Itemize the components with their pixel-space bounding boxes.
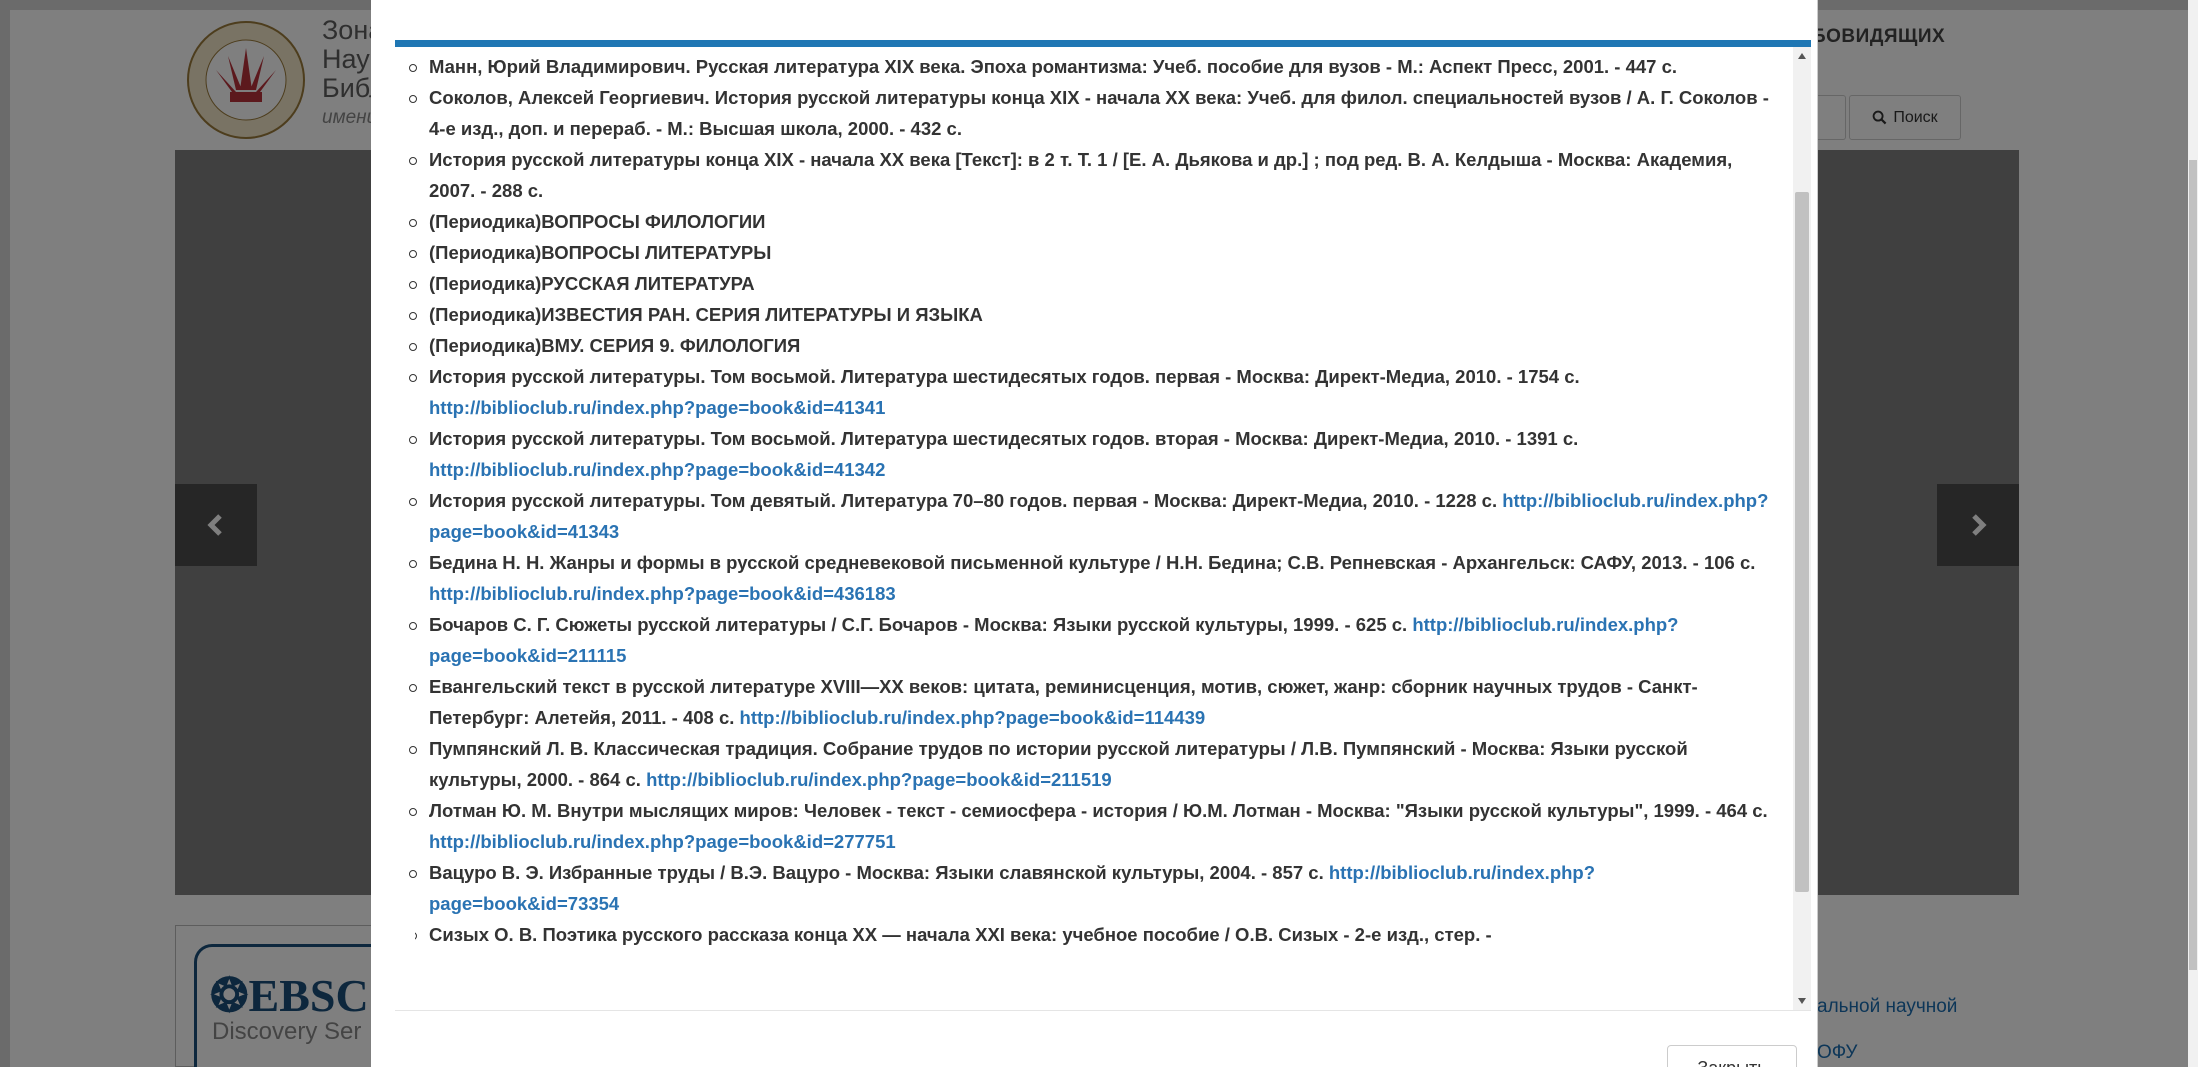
arrow-up-icon bbox=[1798, 53, 1806, 59]
literature-item: История русской литературы конца XIX - н… bbox=[409, 144, 1811, 206]
modal-accent-bar bbox=[395, 40, 1811, 47]
literature-item: История русской литературы. Том восьмой.… bbox=[409, 423, 1811, 485]
literature-item-text: Лотман Ю. М. Внутри мыслящих миров: Чело… bbox=[429, 800, 1768, 821]
literature-item-text: Бедина Н. Н. Жанры и формы в русской сре… bbox=[429, 552, 1756, 573]
literature-item-link[interactable]: http://biblioclub.ru/index.php?page=book… bbox=[646, 769, 1112, 790]
literature-item-text: (Периодика)ВОПРОСЫ ФИЛОЛОГИИ bbox=[429, 211, 766, 232]
close-button[interactable]: Закрыть bbox=[1667, 1045, 1797, 1067]
literature-item-link[interactable]: http://biblioclub.ru/index.php?page=book… bbox=[429, 397, 885, 418]
literature-item: Бочаров С. Г. Сюжеты русской литературы … bbox=[409, 609, 1811, 671]
literature-modal: Манн, Юрий Владимирович. Русская литерат… bbox=[371, 0, 1818, 1067]
literature-item: Манн, Юрий Владимирович. Русская литерат… bbox=[409, 51, 1811, 82]
literature-item-text: Сизых О. В. Поэтика русского рассказа ко… bbox=[429, 924, 1492, 945]
literature-item: (Периодика)ВОПРОСЫ ЛИТЕРАТУРЫ bbox=[409, 237, 1811, 268]
literature-item-text: Бочаров С. Г. Сюжеты русской литературы … bbox=[429, 614, 1408, 635]
literature-item: (Периодика)ВМУ. СЕРИЯ 9. ФИЛОЛОГИЯ bbox=[409, 330, 1811, 361]
literature-item-text: (Периодика)ВОПРОСЫ ЛИТЕРАТУРЫ bbox=[429, 242, 772, 263]
literature-item-text: История русской литературы. Том девятый.… bbox=[429, 490, 1498, 511]
scroll-thumb[interactable] bbox=[1795, 192, 1809, 892]
literature-item-link[interactable]: http://biblioclub.ru/index.php?page=book… bbox=[740, 707, 1206, 728]
literature-item-text: История русской литературы. Том восьмой.… bbox=[429, 428, 1579, 449]
literature-item: (Периодика)ИЗВЕСТИЯ РАН. СЕРИЯ ЛИТЕРАТУР… bbox=[409, 299, 1811, 330]
literature-item: Евангельский текст в русской литературе … bbox=[409, 671, 1811, 733]
browser-scroll-thumb[interactable] bbox=[2189, 160, 2197, 970]
literature-item-text: Манн, Юрий Владимирович. Русская литерат… bbox=[429, 56, 1678, 77]
scroll-down-button[interactable] bbox=[1793, 992, 1811, 1010]
literature-list: Манн, Юрий Владимирович. Русская литерат… bbox=[395, 47, 1811, 950]
literature-item: Сизых О. В. Поэтика русского рассказа ко… bbox=[415, 919, 1811, 950]
modal-scrollbar[interactable] bbox=[1793, 47, 1811, 1010]
literature-item: Соколов, Алексей Георгиевич. История рус… bbox=[409, 82, 1811, 144]
literature-item: История русской литературы. Том восьмой.… bbox=[409, 361, 1811, 423]
literature-item: (Периодика)РУССКАЯ ЛИТЕРАТУРА bbox=[409, 268, 1811, 299]
scroll-up-button[interactable] bbox=[1793, 47, 1811, 65]
literature-item-text: История русской литературы конца XIX - н… bbox=[429, 149, 1733, 201]
literature-item: (Периодика)ВОПРОСЫ ФИЛОЛОГИИ bbox=[409, 206, 1811, 237]
literature-item: Пумпянский Л. В. Классическая традиция. … bbox=[409, 733, 1811, 795]
literature-item-text: (Периодика)ИЗВЕСТИЯ РАН. СЕРИЯ ЛИТЕРАТУР… bbox=[429, 304, 983, 325]
literature-item: Вацуро В. Э. Избранные труды / В.Э. Вацу… bbox=[409, 857, 1811, 919]
literature-item-text: Соколов, Алексей Георгиевич. История рус… bbox=[429, 87, 1769, 139]
literature-item-text: История русской литературы. Том восьмой.… bbox=[429, 366, 1580, 387]
literature-item-link[interactable]: http://biblioclub.ru/index.php?page=book… bbox=[429, 831, 896, 852]
literature-item-text: (Периодика)ВМУ. СЕРИЯ 9. ФИЛОЛОГИЯ bbox=[429, 335, 801, 356]
literature-item: Бедина Н. Н. Жанры и формы в русской сре… bbox=[409, 547, 1811, 609]
arrow-down-icon bbox=[1798, 998, 1806, 1004]
literature-item-text: (Периодика)РУССКАЯ ЛИТЕРАТУРА bbox=[429, 273, 755, 294]
modal-footer: Закрыть bbox=[395, 1010, 1811, 1067]
modal-body: Манн, Юрий Владимирович. Русская литерат… bbox=[395, 47, 1811, 1010]
literature-item-link[interactable]: http://biblioclub.ru/index.php?page=book… bbox=[429, 459, 885, 480]
literature-item-link[interactable]: http://biblioclub.ru/index.php?page=book… bbox=[429, 583, 896, 604]
literature-item: История русской литературы. Том девятый.… bbox=[409, 485, 1811, 547]
literature-item: Лотман Ю. М. Внутри мыслящих миров: Чело… bbox=[409, 795, 1811, 857]
literature-item-text: Вацуро В. Э. Избранные труды / В.Э. Вацу… bbox=[429, 862, 1324, 883]
